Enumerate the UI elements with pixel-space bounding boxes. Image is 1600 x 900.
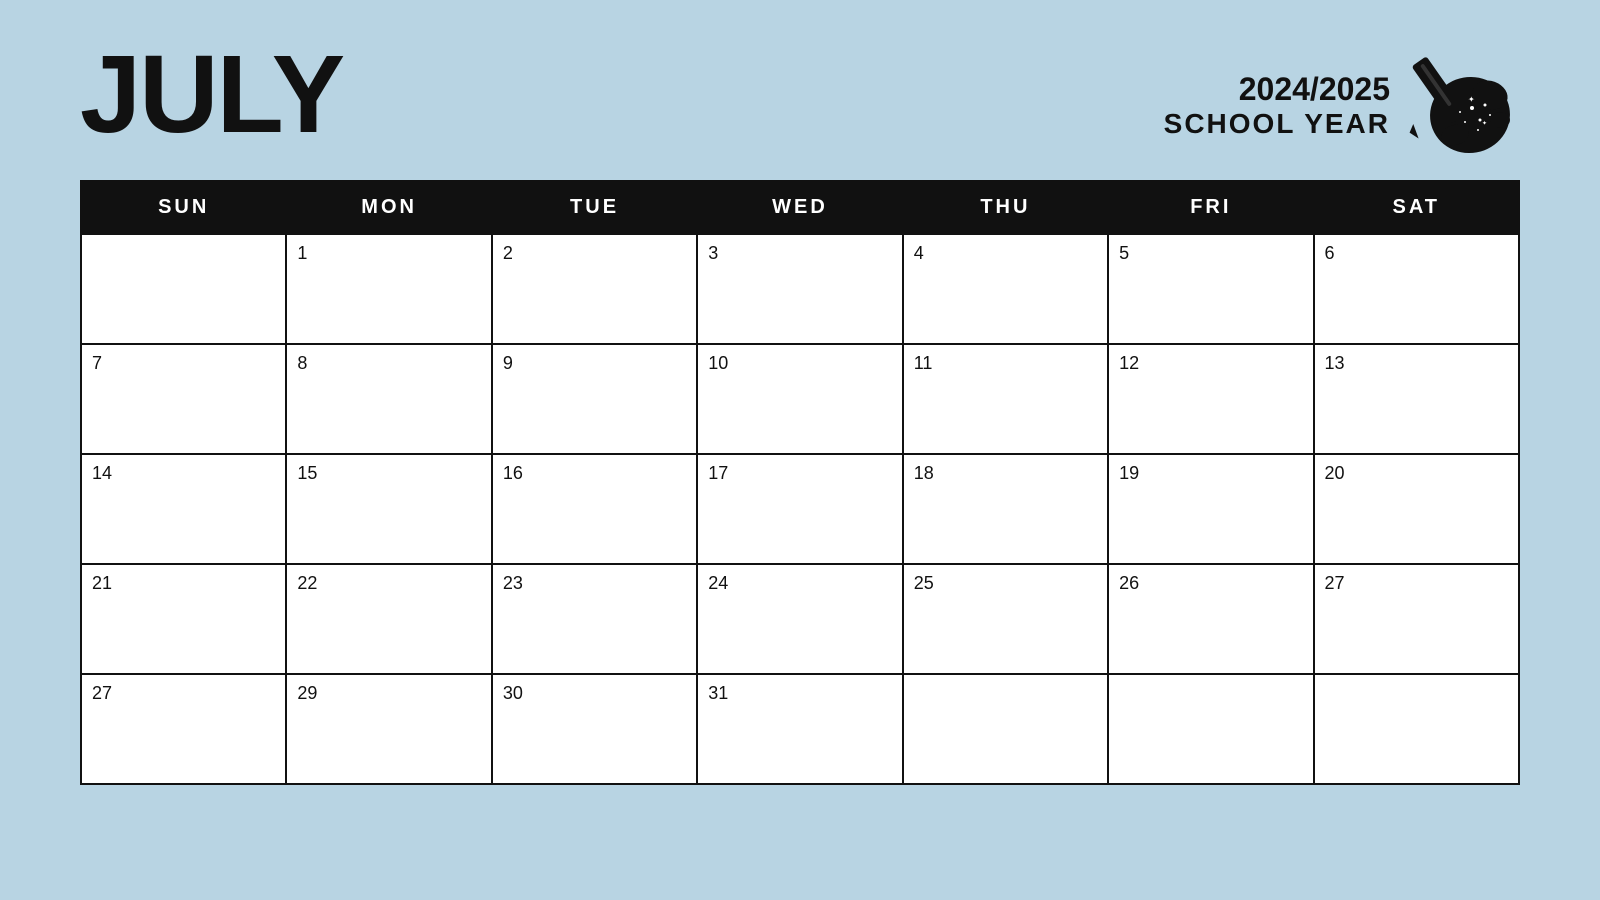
svg-text:✦: ✦	[1468, 95, 1475, 104]
calendar-cell[interactable]: 26	[1108, 564, 1313, 674]
calendar-cell[interactable]: 12	[1108, 344, 1313, 454]
day-number: 29	[297, 683, 317, 703]
calendar-cell[interactable]: 10	[697, 344, 902, 454]
calendar-body: 1234567891011121314151617181920212223242…	[81, 234, 1519, 784]
year-label: 2024/2025	[1164, 71, 1390, 108]
week-row-1: 7 8 9 10 11 12 13	[81, 344, 1519, 454]
day-number: 2	[503, 243, 513, 263]
calendar-cell[interactable]	[903, 674, 1108, 784]
day-header-thu: THU	[903, 181, 1108, 234]
week-row-3: 21 22 23 24 25 26 27	[81, 564, 1519, 674]
day-number: 6	[1325, 243, 1335, 263]
day-header-sat: SAT	[1314, 181, 1519, 234]
calendar-cell[interactable]: 8	[286, 344, 491, 454]
calendar-cell[interactable]	[81, 234, 286, 344]
week-row-2: 14 15 16 17 18 19 20	[81, 454, 1519, 564]
day-number: 23	[503, 573, 523, 593]
calendar-cell[interactable]: 30	[492, 674, 697, 784]
day-header-sun: SUN	[81, 181, 286, 234]
month-title: JULY	[80, 40, 343, 150]
day-header-wed: WED	[697, 181, 902, 234]
day-number: 27	[92, 683, 112, 703]
day-number: 21	[92, 573, 112, 593]
day-number: 15	[297, 463, 317, 483]
school-year-block: 2024/2025 SCHOOL YEAR	[1164, 50, 1520, 160]
calendar-header: SUNMONTUEWEDTHUFRISAT	[81, 181, 1519, 234]
day-number: 7	[92, 353, 102, 373]
calendar-cell[interactable]: 19	[1108, 454, 1313, 564]
day-number: 31	[708, 683, 728, 703]
day-number: 19	[1119, 463, 1139, 483]
day-header-mon: MON	[286, 181, 491, 234]
day-number: 13	[1325, 353, 1345, 373]
day-number: 30	[503, 683, 523, 703]
calendar-cell[interactable]: 27	[81, 674, 286, 784]
calendar-cell[interactable]: 7	[81, 344, 286, 454]
day-number: 12	[1119, 353, 1139, 373]
calendar-cell[interactable]: 15	[286, 454, 491, 564]
day-number: 26	[1119, 573, 1139, 593]
calendar-cell[interactable]: 2	[492, 234, 697, 344]
calendar-cell[interactable]: 31	[697, 674, 902, 784]
day-number: 27	[1325, 573, 1345, 593]
calendar-cell[interactable]	[1108, 674, 1313, 784]
day-number: 17	[708, 463, 728, 483]
calendar-cell[interactable]: 27	[1314, 564, 1519, 674]
page: JULY 2024/2025 SCHOOL YEAR	[0, 0, 1600, 900]
day-header-tue: TUE	[492, 181, 697, 234]
calendar-cell[interactable]: 3	[697, 234, 902, 344]
day-number: 22	[297, 573, 317, 593]
calendar-cell[interactable]: 22	[286, 564, 491, 674]
calendar-cell[interactable]: 4	[903, 234, 1108, 344]
day-header-fri: FRI	[1108, 181, 1313, 234]
day-number: 5	[1119, 243, 1129, 263]
calendar-cell[interactable]: 14	[81, 454, 286, 564]
calendar: SUNMONTUEWEDTHUFRISAT 123456789101112131…	[80, 180, 1520, 785]
day-number: 3	[708, 243, 718, 263]
day-number: 9	[503, 353, 513, 373]
header: JULY 2024/2025 SCHOOL YEAR	[80, 40, 1520, 160]
week-row-4: 27 29 30 31	[81, 674, 1519, 784]
week-row-0: 1 2 3 4 5 6	[81, 234, 1519, 344]
calendar-cell[interactable]: 5	[1108, 234, 1313, 344]
day-number: 20	[1325, 463, 1345, 483]
calendar-cell[interactable]: 29	[286, 674, 491, 784]
day-number: 10	[708, 353, 728, 373]
day-number: 1	[297, 243, 307, 263]
calendar-cell[interactable]: 11	[903, 344, 1108, 454]
calendar-cell[interactable]: 25	[903, 564, 1108, 674]
calendar-cell[interactable]: 23	[492, 564, 697, 674]
school-year-text: 2024/2025 SCHOOL YEAR	[1164, 71, 1390, 140]
calendar-cell[interactable]: 17	[697, 454, 902, 564]
calendar-cell[interactable]: 18	[903, 454, 1108, 564]
day-number: 24	[708, 573, 728, 593]
day-number: 11	[914, 353, 933, 373]
day-number: 16	[503, 463, 523, 483]
school-year-label: SCHOOL YEAR	[1164, 108, 1390, 140]
calendar-cell[interactable]: 13	[1314, 344, 1519, 454]
calendar-cell[interactable]: 24	[697, 564, 902, 674]
day-number: 18	[914, 463, 934, 483]
pen-icon: ✦ ✦	[1400, 50, 1520, 160]
days-row: SUNMONTUEWEDTHUFRISAT	[81, 181, 1519, 234]
day-number: 8	[297, 353, 307, 373]
calendar-cell[interactable]: 6	[1314, 234, 1519, 344]
day-number: 25	[914, 573, 934, 593]
day-number: 14	[92, 463, 112, 483]
calendar-cell[interactable]: 21	[81, 564, 286, 674]
calendar-cell[interactable]: 1	[286, 234, 491, 344]
calendar-cell[interactable]	[1314, 674, 1519, 784]
calendar-cell[interactable]: 16	[492, 454, 697, 564]
svg-text:✦: ✦	[1482, 120, 1487, 127]
day-number: 4	[914, 243, 924, 263]
calendar-cell[interactable]: 9	[492, 344, 697, 454]
calendar-cell[interactable]: 20	[1314, 454, 1519, 564]
